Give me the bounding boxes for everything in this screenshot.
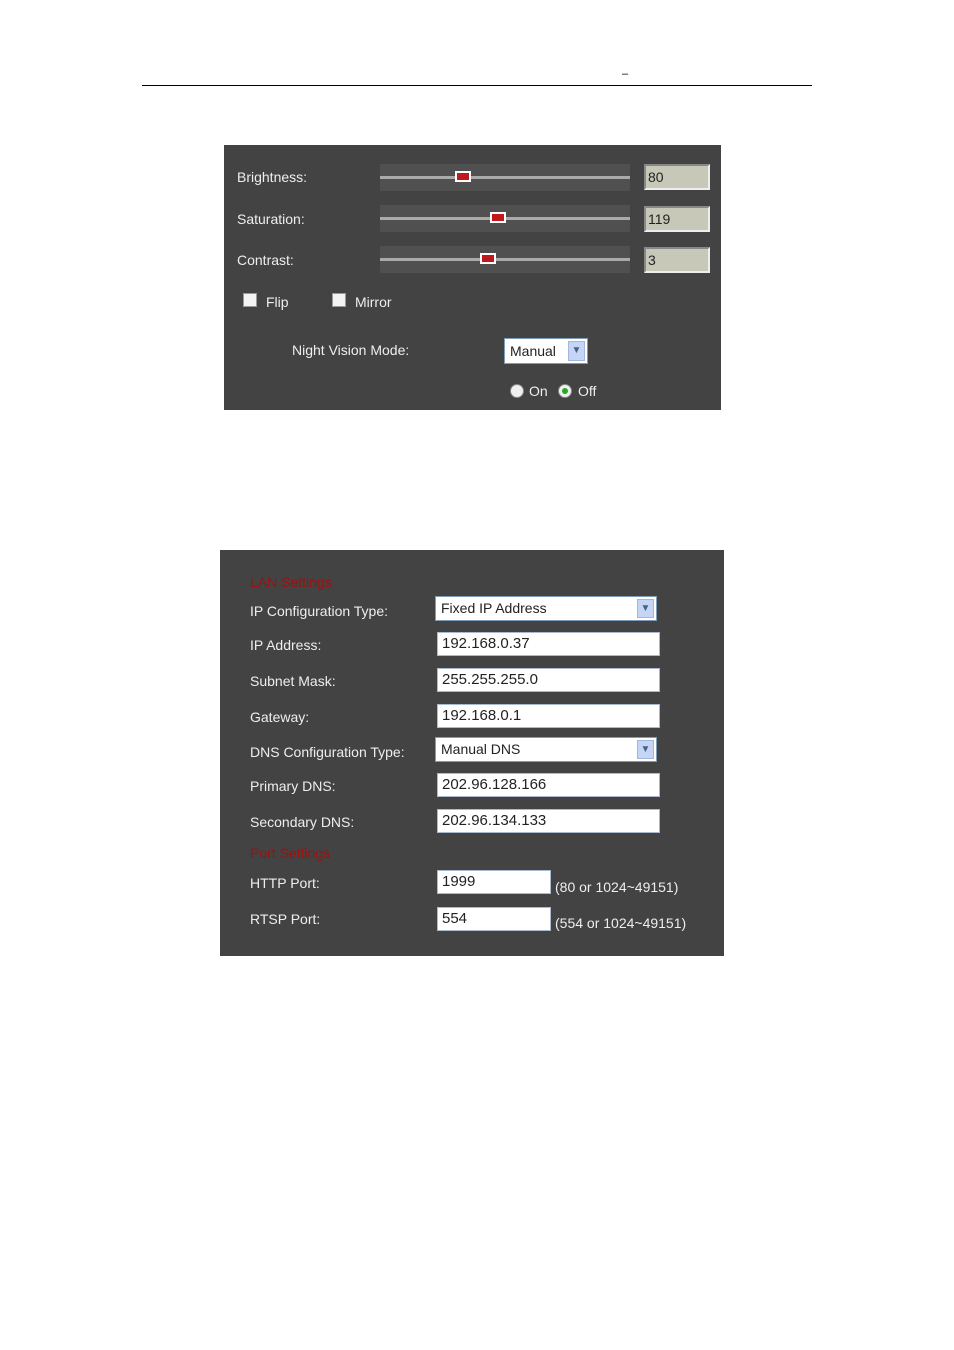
flip-checkbox[interactable] — [243, 293, 257, 307]
night-vision-on-radio[interactable] — [510, 384, 524, 398]
brightness-value[interactable]: 80 — [644, 164, 710, 190]
header-rule — [142, 85, 812, 86]
primary-dns-input[interactable]: 202.96.128.166 — [437, 773, 660, 797]
chevron-down-icon: ▼ — [637, 740, 654, 759]
night-vision-on-label: On — [529, 383, 548, 399]
ip-config-label: IP Configuration Type: — [250, 603, 389, 619]
saturation-slider[interactable] — [380, 205, 630, 232]
night-vision-off-radio[interactable] — [558, 384, 572, 398]
brightness-slider-thumb[interactable] — [454, 171, 471, 182]
night-vision-select[interactable]: Manual ▼ — [504, 338, 588, 364]
chevron-down-icon: ▼ — [568, 341, 585, 361]
flip-label: Flip — [266, 294, 289, 310]
brightness-slider[interactable] — [380, 164, 630, 191]
rtsp-port-label: RTSP Port: — [250, 911, 321, 927]
ip-config-selected: Fixed IP Address — [441, 600, 547, 616]
night-vision-off-label: Off — [578, 383, 597, 399]
contrast-slider-thumb[interactable] — [479, 253, 496, 264]
saturation-label: Saturation: — [237, 211, 305, 227]
dns-config-label: DNS Configuration Type: — [250, 744, 405, 760]
night-vision-selected: Manual — [510, 343, 556, 359]
mirror-label: Mirror — [355, 294, 392, 310]
rtsp-port-input[interactable]: 554 — [437, 907, 551, 931]
http-port-hint: (80 or 1024~49151) — [555, 879, 679, 895]
ip-address-label: IP Address: — [250, 637, 322, 653]
lan-settings-title: LAN Settings — [250, 574, 332, 590]
contrast-value[interactable]: 3 — [644, 247, 710, 273]
saturation-value[interactable]: 119 — [644, 206, 710, 232]
subnet-mask-label: Subnet Mask: — [250, 673, 336, 689]
mirror-checkbox[interactable] — [332, 293, 346, 307]
ip-config-select[interactable]: Fixed IP Address ▼ — [435, 596, 657, 621]
subnet-mask-input[interactable]: 255.255.255.0 — [437, 668, 660, 692]
dns-config-select[interactable]: Manual DNS ▼ — [435, 737, 657, 762]
secondary-dns-label: Secondary DNS: — [250, 814, 355, 830]
chevron-down-icon: ▼ — [637, 599, 654, 618]
dns-config-selected: Manual DNS — [441, 741, 521, 757]
night-vision-label: Night Vision Mode: — [292, 342, 410, 358]
primary-dns-label: Primary DNS: — [250, 778, 336, 794]
header-mark: – — [622, 68, 629, 80]
brightness-label: Brightness: — [237, 169, 308, 185]
image-settings-panel: Brightness: 80 Saturation: 119 Contrast:… — [224, 145, 721, 410]
network-settings-panel: LAN Settings IP Configuration Type: Fixe… — [220, 550, 724, 956]
secondary-dns-input[interactable]: 202.96.134.133 — [437, 809, 660, 833]
contrast-label: Contrast: — [237, 252, 294, 268]
gateway-input[interactable]: 192.168.0.1 — [437, 704, 660, 728]
ip-address-input[interactable]: 192.168.0.37 — [437, 632, 660, 656]
gateway-label: Gateway: — [250, 709, 310, 725]
saturation-slider-thumb[interactable] — [489, 212, 506, 223]
http-port-input[interactable]: 1999 — [437, 870, 551, 894]
http-port-label: HTTP Port: — [250, 875, 320, 891]
rtsp-port-hint: (554 or 1024~49151) — [555, 915, 687, 931]
contrast-slider[interactable] — [380, 246, 630, 273]
port-settings-title: Port Settings — [250, 845, 331, 861]
